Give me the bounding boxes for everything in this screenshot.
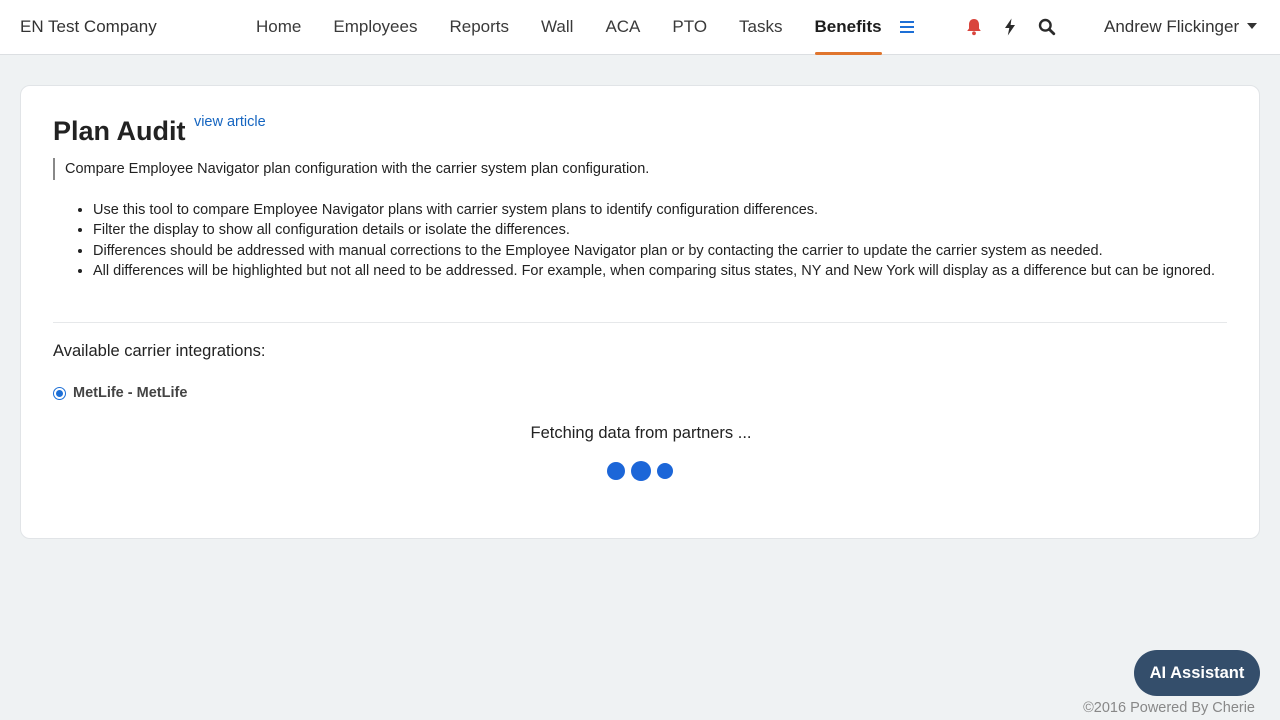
lightning-icon[interactable]: [1000, 17, 1020, 37]
list-item: All differences will be highlighted but …: [93, 261, 1233, 281]
search-icon[interactable]: [1037, 17, 1057, 37]
menu-icon[interactable]: [900, 21, 914, 33]
page-title: Plan Audit: [53, 116, 186, 146]
nav-wall[interactable]: Wall: [525, 0, 589, 54]
top-nav-bar: EN Test Company Home Employees Reports W…: [0, 0, 1280, 55]
nav-tasks[interactable]: Tasks: [723, 0, 798, 54]
caret-down-icon: [1247, 23, 1258, 29]
nav-home[interactable]: Home: [240, 0, 317, 54]
list-item: Filter the display to show all configura…: [93, 220, 1233, 240]
view-article-link[interactable]: view article: [194, 114, 266, 130]
nav-aca[interactable]: ACA: [589, 0, 656, 54]
nav-benefits[interactable]: Benefits: [799, 0, 898, 55]
nav-pto[interactable]: PTO: [656, 0, 723, 54]
user-menu[interactable]: Andrew Flickinger: [1104, 0, 1258, 54]
plan-audit-card: Plan Audit view article Compare Employee…: [20, 85, 1260, 539]
available-integrations-label: Available carrier integrations:: [53, 342, 266, 360]
nav-employees[interactable]: Employees: [317, 0, 433, 54]
carrier-option-metlife[interactable]: MetLife - MetLife: [53, 383, 187, 403]
main-nav: Home Employees Reports Wall ACA PTO Task…: [240, 0, 898, 55]
title-row: Plan Audit view article: [53, 114, 266, 147]
footer-credit: ©2016 Powered By Cherie: [1083, 700, 1255, 716]
ai-assistant-button[interactable]: AI Assistant: [1134, 650, 1260, 696]
loading-status: Fetching data from partners ...: [530, 424, 752, 442]
carrier-radio[interactable]: [53, 386, 66, 400]
company-name[interactable]: EN Test Company: [20, 0, 157, 54]
list-item: Differences should be addressed with man…: [93, 241, 1233, 261]
divider: [53, 322, 1227, 323]
bell-icon[interactable]: [964, 17, 984, 37]
list-item: Use this tool to compare Employee Naviga…: [93, 200, 1233, 220]
user-name: Andrew Flickinger: [1104, 17, 1240, 36]
instructions-list: Use this tool to compare Employee Naviga…: [93, 200, 1233, 282]
description-quote: Compare Employee Navigator plan configur…: [53, 158, 1153, 180]
carrier-option-label[interactable]: MetLife - MetLife: [73, 385, 187, 401]
nav-reports[interactable]: Reports: [433, 0, 525, 54]
